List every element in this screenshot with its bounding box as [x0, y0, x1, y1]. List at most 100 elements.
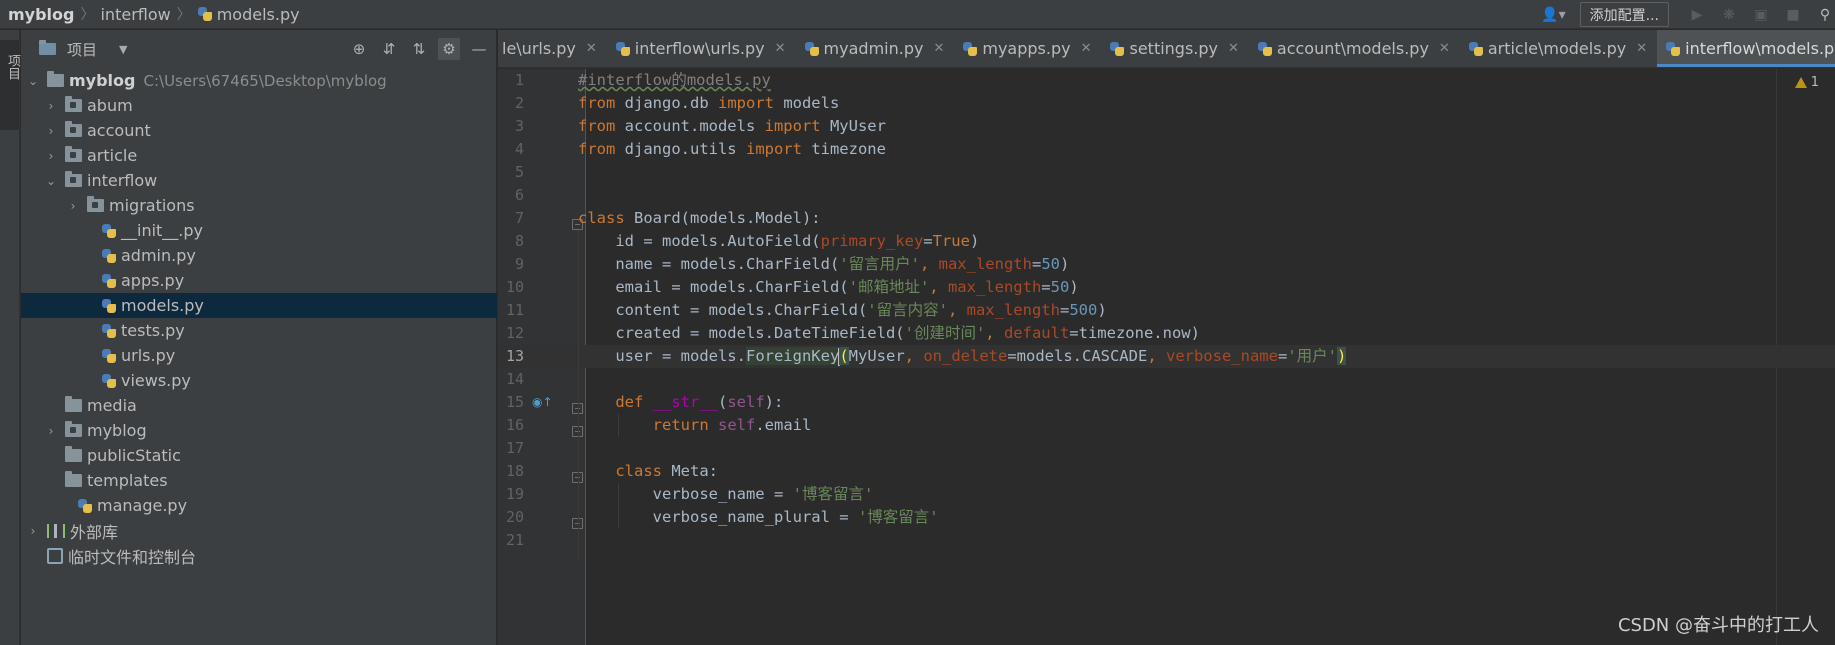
chevron-right-icon[interactable]: › — [45, 99, 57, 113]
search-icon[interactable]: ⚲ — [1817, 7, 1833, 23]
tree-item-label: 临时文件和控制台 — [68, 547, 197, 567]
tree-root-label: myblog — [69, 71, 136, 90]
chevron-right-icon[interactable]: › — [27, 524, 39, 538]
run-icon[interactable]: ▶ — [1689, 7, 1705, 23]
code-line-11: content = models.CharField('留言内容', max_l… — [615, 301, 1107, 319]
chevron-down-icon[interactable]: ⌄ — [45, 174, 57, 188]
tree-item-label: migrations — [109, 196, 195, 215]
tree-item-urls-py[interactable]: urls.py — [21, 343, 497, 368]
close-icon[interactable]: ✕ — [586, 41, 597, 56]
code-line-20: verbose_name_plural = '博客留言' — [652, 508, 939, 526]
project-tool-tab[interactable]: 项目 — [0, 40, 20, 130]
tree-root[interactable]: ⌄ myblog C:\Users\67465\Desktop\myblog — [21, 68, 497, 93]
tree-item-publicstatic[interactable]: publicStatic — [21, 443, 497, 468]
tree-item-article[interactable]: › article — [21, 143, 497, 168]
python-file-icon — [1109, 41, 1125, 57]
tab-myadmin[interactable]: myadmin.py ✕ — [796, 30, 955, 67]
tree-item-label: interflow — [87, 171, 158, 190]
tree-item-label: abum — [87, 96, 133, 115]
folder-icon — [65, 121, 82, 137]
tree-item-scratches[interactable]: 临时文件和控制台 — [21, 543, 497, 568]
breadcrumb-project[interactable]: myblog — [8, 5, 74, 24]
run-toolbar: 👤▾ 添加配置... ▶ ❋ ▣ ■ ⚲ — [1541, 0, 1835, 29]
stop-icon[interactable]: ■ — [1785, 7, 1801, 23]
hide-icon[interactable]: — — [468, 38, 490, 60]
line-number: 1 — [514, 71, 524, 89]
tab-label: interflow\urls.py — [634, 39, 765, 58]
tree-item-apps-py[interactable]: apps.py — [21, 268, 497, 293]
line-number: 5 — [514, 163, 524, 181]
python-file-icon — [804, 41, 820, 57]
warning-icon — [1794, 77, 1807, 88]
tab-le-urls[interactable]: le\urls.py ✕ — [498, 30, 607, 67]
project-panel-tools: ⊕ ⇵ ⇅ ⚙ — — [340, 38, 490, 60]
tree-item-abum[interactable]: › abum — [21, 93, 497, 118]
chevron-down-icon[interactable]: ⌄ — [27, 74, 39, 88]
close-icon[interactable]: ✕ — [1636, 41, 1647, 56]
tree-item-media[interactable]: media — [21, 393, 497, 418]
folder-icon — [65, 421, 82, 437]
code-line-12: created = models.DateTimeField('创建时间', d… — [615, 324, 1200, 342]
tree-item-manage-py[interactable]: manage.py — [21, 493, 497, 518]
folder-icon — [47, 71, 64, 87]
code-line-15: def __str__(self): — [615, 393, 784, 411]
tree-item-views-py[interactable]: views.py — [21, 368, 497, 393]
folder-icon — [65, 146, 82, 162]
close-icon[interactable]: ✕ — [933, 41, 944, 56]
tree-item-init-py[interactable]: __init__.py — [21, 218, 497, 243]
tree-item-label: views.py — [121, 371, 191, 390]
tree-item-label: models.py — [121, 296, 204, 315]
tree-item-external-libraries[interactable]: › 外部库 — [21, 518, 497, 543]
locate-icon[interactable]: ⊕ — [348, 38, 370, 60]
code-line-7: class Board(models.Model): — [578, 209, 821, 227]
tab-interflow-urls[interactable]: interflow\urls.py ✕ — [607, 30, 796, 67]
chevron-right-icon[interactable]: › — [45, 149, 57, 163]
close-icon[interactable]: ✕ — [1439, 41, 1450, 56]
editor-tabs: le\urls.py ✕ interflow\urls.py ✕ myadmin… — [498, 30, 1835, 68]
tree-item-myblog[interactable]: › myblog — [21, 418, 497, 443]
gear-icon[interactable]: ⚙ — [438, 38, 460, 60]
expand-all-icon[interactable]: ⇵ — [378, 38, 400, 60]
line-number: 11 — [505, 301, 524, 319]
override-marker-icon[interactable]: ◉↑ — [532, 395, 553, 409]
breadcrumb-folder[interactable]: interflow — [100, 5, 170, 24]
tab-article-models[interactable]: article\models.py ✕ — [1460, 30, 1657, 67]
chevron-right-icon[interactable]: › — [45, 424, 57, 438]
line-number: 14 — [505, 370, 524, 388]
tree-item-account[interactable]: › account — [21, 118, 497, 143]
tree-item-templates[interactable]: templates — [21, 468, 497, 493]
tree-item-migrations[interactable]: › migrations — [21, 193, 497, 218]
tab-account-models[interactable]: account\models.py ✕ — [1249, 30, 1460, 67]
debug-icon[interactable]: ❋ — [1721, 7, 1737, 23]
python-file-icon — [101, 223, 117, 239]
tree-item-models-py[interactable]: models.py — [21, 293, 497, 318]
breadcrumb-separator: 〉 — [176, 7, 191, 23]
close-icon[interactable]: ✕ — [1228, 41, 1239, 56]
close-icon[interactable]: ✕ — [1081, 41, 1092, 56]
close-icon[interactable]: ✕ — [775, 41, 786, 56]
tab-myapps[interactable]: myapps.py ✕ — [954, 30, 1101, 67]
chevron-down-icon[interactable]: ▼ — [119, 43, 127, 56]
breadcrumb-file[interactable]: models.py — [197, 5, 300, 24]
navigation-bar: myblog 〉 interflow 〉 models.py 👤▾ 添加配置..… — [0, 0, 1835, 29]
tree-item-interflow[interactable]: ⌄ interflow — [21, 168, 497, 193]
coverage-icon[interactable]: ▣ — [1753, 7, 1769, 23]
breadcrumb-separator: 〉 — [80, 7, 95, 23]
code-editor[interactable]: 1 1 2 3 4 5 6 7 8 9 10 11 12 13 14 15 16… — [498, 69, 1835, 645]
line-number: 3 — [514, 117, 524, 135]
project-panel-title[interactable]: 项目 — [67, 39, 97, 60]
python-file-icon — [615, 41, 631, 57]
inspection-widget[interactable]: 1 — [1794, 75, 1819, 90]
python-file-icon — [1257, 41, 1273, 57]
tree-item-admin-py[interactable]: admin.py — [21, 243, 497, 268]
line-number: 7 — [514, 209, 524, 227]
collapse-all-icon[interactable]: ⇅ — [408, 38, 430, 60]
code-line-4: from django.utils import timezone — [578, 140, 886, 158]
user-icon[interactable]: 👤▾ — [1541, 7, 1565, 23]
tree-item-tests-py[interactable]: tests.py — [21, 318, 497, 343]
chevron-right-icon[interactable]: › — [45, 124, 57, 138]
add-configuration-button[interactable]: 添加配置... — [1579, 2, 1669, 27]
tab-interflow-models[interactable]: interflow\models.py ✕ — [1657, 30, 1835, 67]
tab-settings[interactable]: settings.py ✕ — [1101, 30, 1248, 67]
chevron-right-icon[interactable]: › — [67, 199, 79, 213]
